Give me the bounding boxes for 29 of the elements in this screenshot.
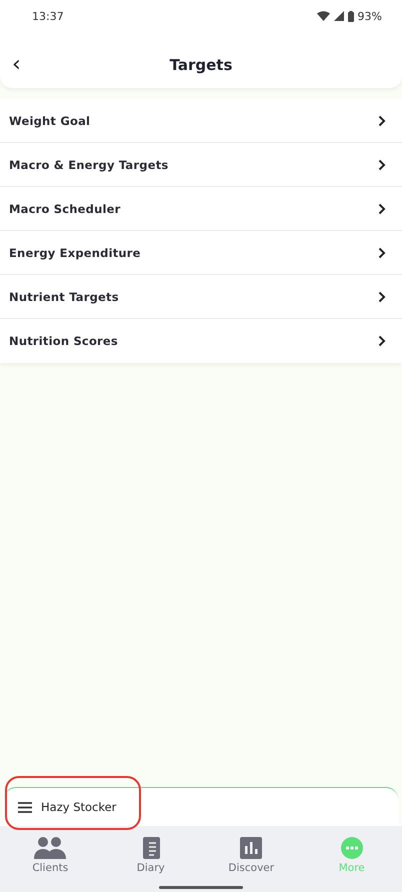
menu-item[interactable]: Nutrition Scores: [0, 319, 402, 363]
client-bar[interactable]: Hazy Stocker: [4, 787, 398, 826]
bar-chart-icon: [240, 837, 262, 859]
menu-item[interactable]: Energy Expenditure: [0, 231, 402, 275]
menu-item[interactable]: Macro & Energy Targets: [0, 143, 402, 187]
battery-icon: [348, 10, 354, 22]
menu-item[interactable]: Weight Goal: [0, 99, 402, 143]
battery-level: 93%: [358, 10, 382, 22]
page-title: Targets: [170, 56, 232, 74]
signal-icon: [334, 11, 344, 21]
nav-tab[interactable]: Discover: [201, 832, 302, 874]
back-button[interactable]: ‹: [12, 54, 21, 76]
chevron-icon: [378, 202, 386, 214]
menu-item[interactable]: Nutrient Targets: [0, 275, 402, 319]
menu-icon: [18, 802, 32, 812]
client-name: Hazy Stocker: [41, 800, 116, 814]
menu-item[interactable]: Macro Scheduler: [0, 187, 402, 231]
wifi-icon: [316, 11, 330, 21]
chevron-icon: [378, 246, 386, 258]
people-icon: [34, 837, 66, 859]
chevron-icon: [378, 335, 386, 347]
chevron-icon: [378, 158, 386, 170]
chevron-icon: [378, 114, 386, 126]
clock-time: 13:37: [32, 10, 64, 22]
more-icon: [340, 837, 363, 859]
nav-tab[interactable]: Clients: [0, 832, 100, 874]
nav-tab[interactable]: Diary: [100, 832, 201, 874]
notebook-icon: [142, 837, 160, 859]
chevron-icon: [378, 290, 386, 302]
